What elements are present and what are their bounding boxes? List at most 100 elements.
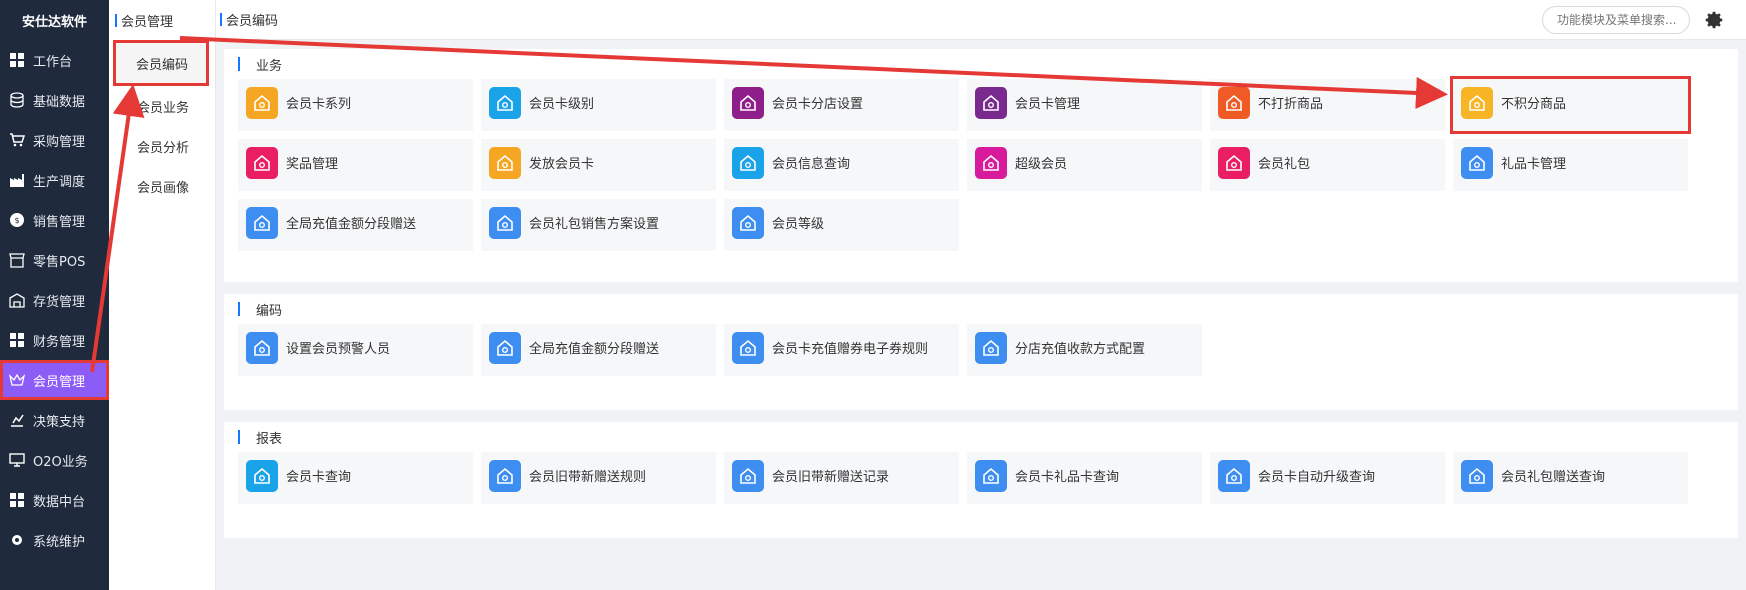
function-card[interactable]: 礼品卡管理	[1453, 139, 1688, 191]
database-icon	[9, 92, 25, 108]
sidebar-item-label: 工作台	[33, 54, 73, 70]
section-coding: 编码设置会员预警人员 全局充值金额分段赠送 会员卡充值赠券电子券规则 分店充值收款方式…	[224, 294, 1738, 410]
sidebar-item-2[interactable]: 采购管理	[0, 120, 109, 160]
breadcrumb-accent-bar	[220, 13, 222, 26]
search-input[interactable]	[1542, 6, 1690, 34]
function-icon	[1218, 147, 1250, 179]
function-card[interactable]: 会员礼包	[1210, 139, 1445, 191]
sidebar-item-label: 决策支持	[33, 414, 86, 430]
function-icon	[732, 332, 764, 364]
sub-menu-item-3[interactable]: 会员画像	[109, 166, 215, 206]
sidebar-item-12[interactable]: 系统维护	[0, 520, 109, 560]
function-card[interactable]: 全局充值金额分段赠送	[481, 324, 716, 376]
sidebar-item-11[interactable]: 数据中台	[0, 480, 109, 520]
function-icon	[975, 332, 1007, 364]
section-title: 报表	[224, 422, 1738, 452]
function-card[interactable]: 发放会员卡	[481, 139, 716, 191]
sidebar-item-9[interactable]: 决策支持	[0, 400, 109, 440]
function-card[interactable]: 会员信息查询	[724, 139, 959, 191]
function-label: 会员旧带新赠送规则	[529, 470, 647, 485]
function-label: 会员礼包	[1258, 157, 1311, 172]
svg-text:$: $	[14, 216, 19, 225]
function-icon	[732, 207, 764, 239]
sidebar-item-label: 数据中台	[33, 494, 86, 510]
function-card[interactable]: 设置会员预警人员	[238, 324, 473, 376]
sub-menu-title: 会员管理	[109, 0, 215, 40]
sidebar-item-3[interactable]: 生产调度	[0, 160, 109, 200]
function-label: 全局充值金额分段赠送	[286, 217, 417, 232]
section-title: 编码	[224, 294, 1738, 324]
function-card[interactable]: 会员卡分店设置	[724, 79, 959, 131]
warehouse-icon	[9, 292, 25, 308]
monitor-icon	[9, 452, 25, 468]
function-card[interactable]: 奖品管理	[238, 139, 473, 191]
grid-icon	[9, 492, 25, 508]
function-icon	[1218, 460, 1250, 492]
top-bar: 会员编码	[216, 0, 1746, 40]
sidebar-item-7[interactable]: 财务管理	[0, 320, 109, 360]
function-card[interactable]: 会员卡充值赠券电子券规则	[724, 324, 959, 376]
function-icon	[489, 460, 521, 492]
function-card[interactable]: 超级会员	[967, 139, 1202, 191]
function-card[interactable]: 会员卡自动升级查询	[1210, 452, 1445, 504]
function-label: 会员信息查询	[772, 157, 851, 172]
function-card[interactable]: 会员卡管理	[967, 79, 1202, 131]
section-title-text: 报表	[256, 431, 283, 447]
function-label: 分店充值收款方式配置	[1015, 342, 1146, 357]
main-sidebar: 安仕达软件 工作台基础数据 采购管理 生产调度 $ 销售管理 零售POS 存货管理财务管理会…	[0, 0, 109, 590]
sidebar-item-8[interactable]: 会员管理	[0, 360, 109, 400]
section-title: 业务	[224, 49, 1738, 79]
function-label: 会员卡查询	[286, 470, 352, 485]
function-card[interactable]: 会员等级	[724, 199, 959, 251]
function-card[interactable]: 会员礼包赠送查询	[1453, 452, 1688, 504]
sub-menu-item-2[interactable]: 会员分析	[109, 126, 215, 166]
function-card[interactable]: 会员卡级别	[481, 79, 716, 131]
sidebar-item-1[interactable]: 基础数据	[0, 80, 109, 120]
store-icon	[9, 252, 25, 268]
card-grid: 会员卡查询 会员旧带新赠送规则 会员旧带新赠送记录 会员卡礼品卡查询 会员卡自动升级查询…	[224, 452, 1738, 512]
function-card[interactable]: 会员卡系列	[238, 79, 473, 131]
function-icon	[1461, 460, 1493, 492]
grid-icon	[9, 332, 25, 348]
sub-menu-item-1[interactable]: 会员业务	[109, 86, 215, 126]
section-title-text: 编码	[256, 303, 283, 319]
function-card[interactable]: 会员卡礼品卡查询	[967, 452, 1202, 504]
sidebar-item-6[interactable]: 存货管理	[0, 280, 109, 320]
breadcrumb: 会员编码	[226, 14, 279, 29]
sidebar-item-label: 会员管理	[33, 374, 86, 390]
section-accent-bar	[238, 430, 240, 444]
sidebar-item-10[interactable]: O2O业务	[0, 440, 109, 480]
function-label: 不积分商品	[1501, 97, 1567, 112]
settings-gear-icon[interactable]	[1703, 9, 1725, 31]
sidebar-item-5[interactable]: 零售POS	[0, 240, 109, 280]
function-label: 设置会员预警人员	[286, 342, 391, 357]
factory-icon	[9, 172, 25, 188]
function-card[interactable]: 不打折商品	[1210, 79, 1445, 131]
function-icon	[732, 147, 764, 179]
function-icon	[975, 87, 1007, 119]
sidebar-item-label: 系统维护	[33, 534, 86, 550]
function-card[interactable]: 会员旧带新赠送记录	[724, 452, 959, 504]
sidebar-item-label: 存货管理	[33, 294, 86, 310]
function-card[interactable]: 会员旧带新赠送规则	[481, 452, 716, 504]
function-label: 会员卡分店设置	[772, 97, 864, 112]
function-label: 会员卡充值赠券电子券规则	[772, 342, 929, 357]
brand-title: 安仕达软件	[21, 14, 87, 30]
function-icon	[1461, 147, 1493, 179]
sidebar-item-0[interactable]: 工作台	[0, 40, 109, 80]
function-card[interactable]: 会员礼包销售方案设置	[481, 199, 716, 251]
function-card[interactable]: 会员卡查询	[238, 452, 473, 504]
function-card[interactable]: 不积分商品	[1450, 76, 1691, 134]
sidebar-item-label: 财务管理	[33, 334, 86, 350]
function-card[interactable]: 全局充值金额分段赠送	[238, 199, 473, 251]
sidebar-item-4[interactable]: $ 销售管理	[0, 200, 109, 240]
function-card[interactable]: 分店充值收款方式配置	[967, 324, 1202, 376]
section-accent-bar	[238, 57, 240, 71]
cart-icon	[9, 132, 25, 148]
function-label: 会员卡自动升级查询	[1258, 470, 1376, 485]
function-label: 会员旧带新赠送记录	[772, 470, 890, 485]
function-label: 会员卡管理	[1015, 97, 1081, 112]
function-label: 会员卡礼品卡查询	[1015, 470, 1120, 485]
function-label: 奖品管理	[286, 157, 339, 172]
sub-menu-item-0[interactable]: 会员编码	[113, 40, 209, 86]
